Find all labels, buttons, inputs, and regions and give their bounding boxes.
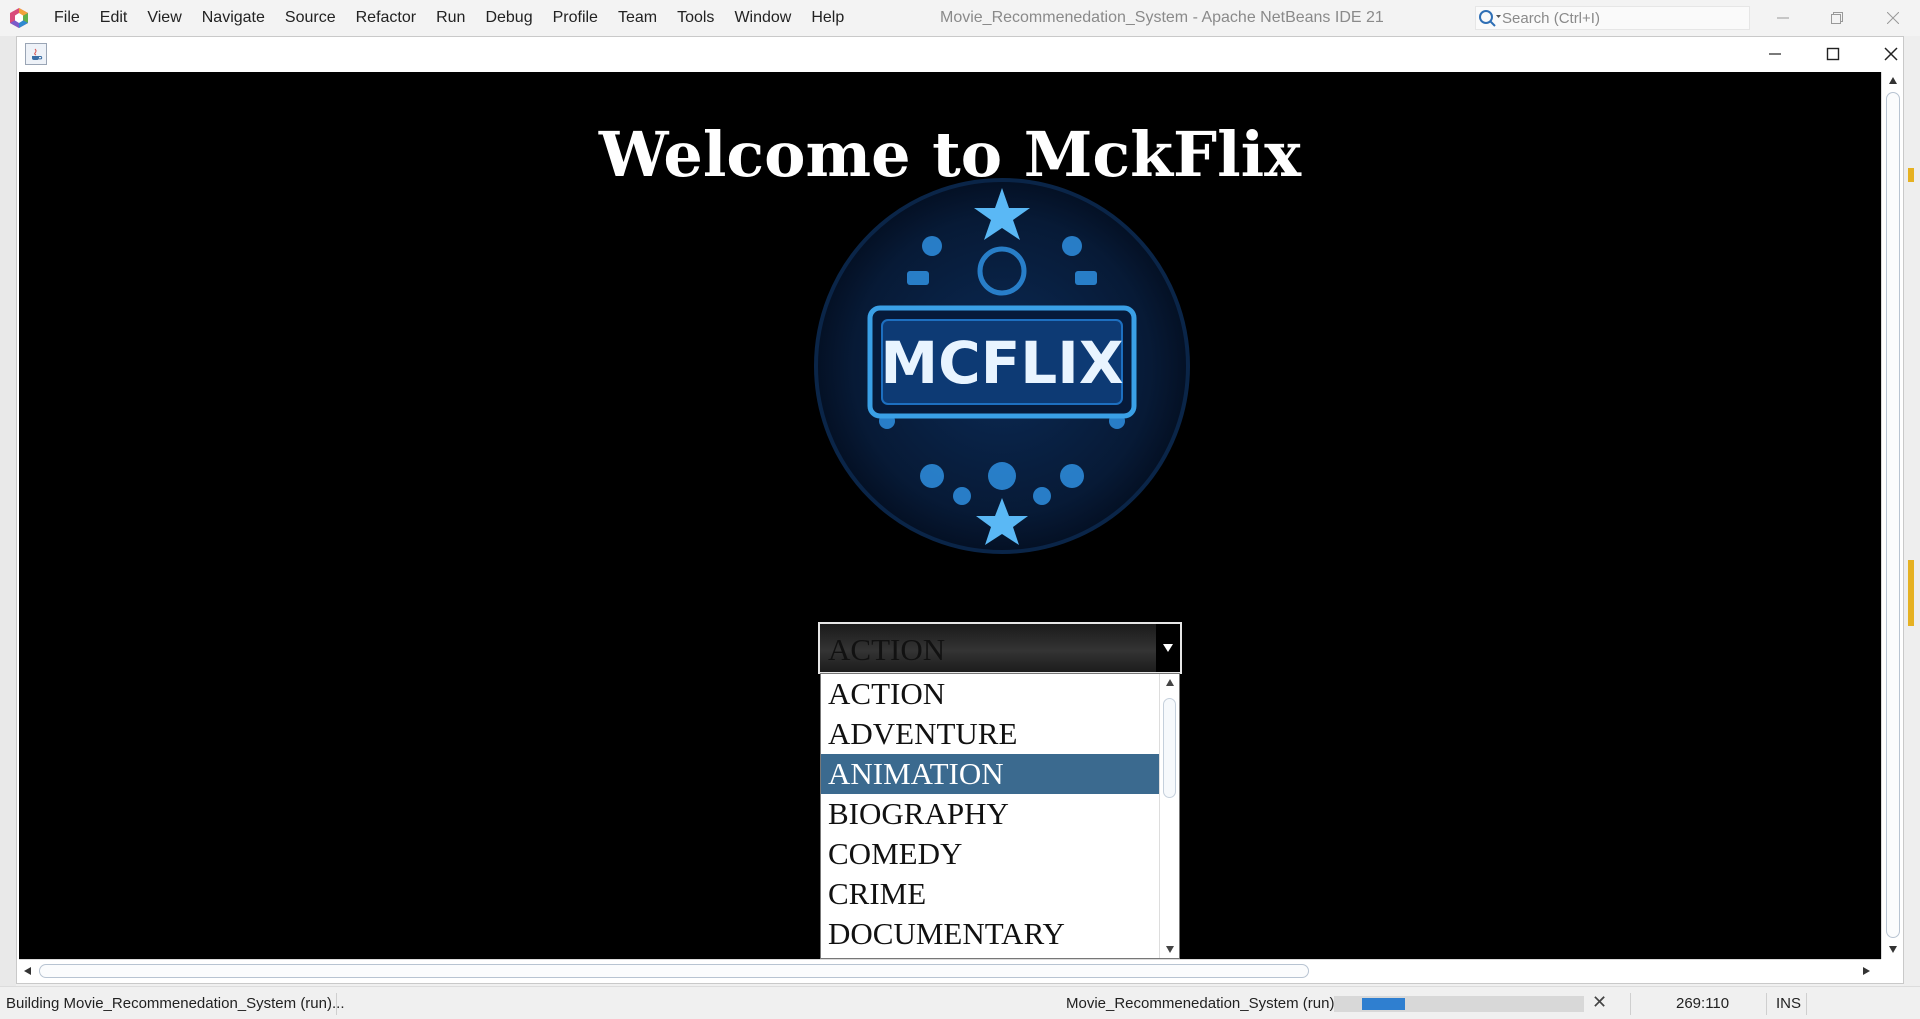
ide-status-bar: Building Movie_Recommenedation_System (r…	[0, 986, 1920, 1019]
build-status-text: Building Movie_Recommenedation_System (r…	[6, 995, 345, 1012]
vertical-scroll-thumb[interactable]	[1886, 92, 1900, 938]
menu-window[interactable]: Window	[724, 0, 801, 36]
app-maximize-button[interactable]	[1804, 37, 1862, 71]
ide-right-gutter	[1904, 36, 1920, 986]
menu-view[interactable]: View	[137, 0, 191, 36]
menu-list: File Edit View Navigate Source Refactor Run Deb…	[44, 0, 854, 36]
app-content-panel: Welcome to MckFlix MCFLIX ACTION ACTION …	[19, 72, 1881, 959]
search-placeholder: Search (Ctrl+I)	[1502, 9, 1600, 27]
menu-team[interactable]: Team	[608, 0, 667, 36]
menu-tools[interactable]: Tools	[667, 0, 724, 36]
logo-wordmark: MCFLIX	[880, 329, 1123, 397]
ide-menubar: File Edit View Navigate Source Refactor Run Deb…	[0, 0, 1920, 36]
search-icon	[1479, 10, 1501, 27]
close-icon	[1884, 47, 1898, 61]
minimize-icon	[1777, 17, 1789, 19]
genre-option-animation[interactable]: ANIMATION	[821, 754, 1159, 794]
genre-option-adventure[interactable]: ADVENTURE	[821, 714, 1159, 754]
scroll-left-icon[interactable]	[23, 966, 33, 976]
menu-run[interactable]: Run	[426, 0, 475, 36]
genre-combo-value: ACTION	[828, 632, 946, 667]
menu-profile[interactable]: Profile	[543, 0, 608, 36]
app-minimize-button[interactable]	[1746, 37, 1804, 71]
gutter-marker	[1908, 168, 1914, 182]
running-task-label[interactable]: Movie_Recommenedation_System (run)	[1066, 995, 1334, 1012]
ide-minimize-button[interactable]	[1760, 0, 1806, 36]
menu-refactor[interactable]: Refactor	[346, 0, 426, 36]
scroll-down-icon[interactable]	[1165, 944, 1175, 954]
restore-icon	[1831, 12, 1843, 24]
ide-close-button[interactable]	[1870, 0, 1916, 36]
task-progress-bar	[1334, 996, 1584, 1012]
genre-combo-box[interactable]: ACTION	[818, 622, 1182, 674]
horizontal-scrollbar[interactable]	[19, 959, 1881, 981]
ide-search-box[interactable]: Search (Ctrl+I)	[1475, 6, 1750, 30]
menu-file[interactable]: File	[44, 0, 90, 36]
status-divider	[1806, 993, 1807, 1015]
app-close-button[interactable]	[1862, 37, 1920, 71]
menu-debug[interactable]: Debug	[475, 0, 542, 36]
genre-option-comedy[interactable]: COMEDY	[821, 834, 1159, 874]
status-divider	[1630, 993, 1631, 1015]
caret-down-icon	[1163, 644, 1173, 652]
scroll-right-icon[interactable]	[1861, 966, 1871, 976]
menu-source[interactable]: Source	[275, 0, 346, 36]
list-scrollbar[interactable]	[1159, 674, 1179, 958]
cancel-task-icon[interactable]: ✕	[1592, 992, 1607, 1013]
app-window: Welcome to MckFlix MCFLIX ACTION ACTION …	[16, 36, 1904, 984]
status-divider	[336, 993, 337, 1015]
app-titlebar	[17, 37, 1903, 71]
genre-option-biography[interactable]: BIOGRAPHY	[821, 794, 1159, 834]
menu-help[interactable]: Help	[801, 0, 854, 36]
genre-option-documentary[interactable]: DOCUMENTARY	[821, 914, 1159, 954]
menu-navigate[interactable]: Navigate	[192, 0, 275, 36]
menu-edit[interactable]: Edit	[90, 0, 138, 36]
scroll-up-icon[interactable]	[1165, 678, 1175, 688]
combo-dropdown-button[interactable]	[1156, 624, 1180, 672]
genre-option-crime[interactable]: CRIME	[821, 874, 1159, 914]
netbeans-logo-icon	[10, 8, 28, 28]
list-scroll-thumb[interactable]	[1163, 698, 1176, 798]
scroll-up-icon[interactable]	[1888, 76, 1898, 86]
genre-option-action[interactable]: ACTION	[821, 674, 1159, 714]
vertical-scrollbar[interactable]	[1881, 72, 1903, 959]
insert-mode-indicator: INS	[1776, 995, 1802, 1012]
minimize-icon	[1769, 53, 1781, 55]
scroll-down-icon[interactable]	[1888, 944, 1898, 954]
mcflix-logo-badge: MCFLIX	[814, 178, 1190, 554]
ide-restore-button[interactable]	[1814, 0, 1860, 36]
ide-left-gutter	[0, 36, 16, 986]
ide-window-title: Movie_Recommenedation_System - Apache Ne…	[940, 9, 1384, 26]
java-app-icon	[25, 43, 47, 65]
gutter-marker	[1908, 560, 1914, 626]
horizontal-scroll-thumb[interactable]	[39, 964, 1309, 978]
status-divider	[1766, 993, 1767, 1015]
close-icon	[1887, 12, 1899, 24]
caret-position: 269:110	[1676, 995, 1730, 1012]
progress-fill	[1362, 998, 1405, 1010]
maximize-icon	[1826, 47, 1840, 61]
genre-dropdown-list: ACTION ADVENTURE ANIMATION BIOGRAPHY COMEDY C…	[820, 673, 1180, 959]
